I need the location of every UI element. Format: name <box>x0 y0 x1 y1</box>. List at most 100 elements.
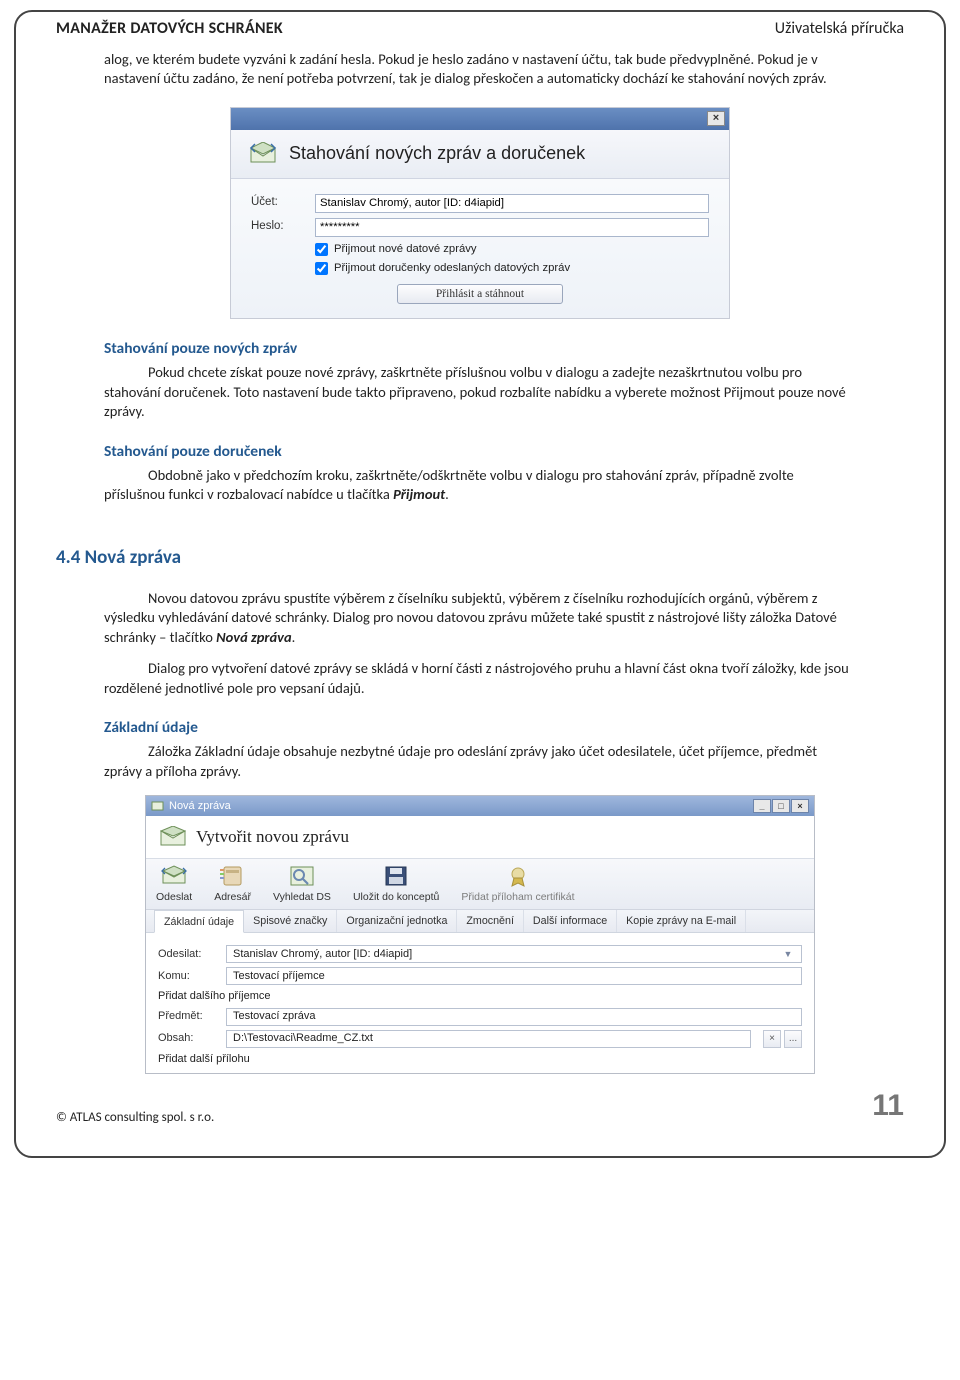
browse-button[interactable]: ... <box>784 1030 802 1048</box>
add-attachment-link[interactable]: Přidat další přílohu <box>158 1053 250 1065</box>
tab-email[interactable]: Kopie zprávy na E-mail <box>617 910 746 932</box>
content-value: D:\Testovaci\Readme_CZ.txt <box>233 1031 373 1046</box>
p3a-post: . <box>292 628 296 646</box>
tab-basic[interactable]: Základní údaje <box>154 910 244 933</box>
document-page: MANAŽER DATOVÝCH SCHRÁNEK Uživatelská př… <box>14 10 946 1158</box>
add-cert-button[interactable]: Přidat příloham certifikát <box>461 865 574 904</box>
cb-new-messages-box[interactable] <box>315 243 328 256</box>
dialog-body: Účet: Heslo: Přijmout nové datové zprávy… <box>231 179 729 319</box>
tab-zmoc[interactable]: Zmocnění <box>457 910 524 932</box>
dialog-button-row: Přihlásit a stáhnout <box>251 284 709 304</box>
p2-pre: Obdobně jako v předchozím kroku, zaškrtn… <box>104 466 794 504</box>
label-account: Účet: <box>251 195 305 211</box>
search-ds-label: Vyhledat DS <box>273 890 331 904</box>
p3a-pre: Novou datovou zprávu spustíte výběrem z … <box>104 589 837 646</box>
recipient-input[interactable]: Testovací příjemce <box>226 967 802 985</box>
heading-receipts-only: Stahování pouze doručenek <box>104 442 856 463</box>
content-input[interactable]: D:\Testovaci\Readme_CZ.txt <box>226 1030 751 1048</box>
sender-select[interactable]: Stanislav Chromý, autor [ID: d4iapid] ▼ <box>226 945 802 963</box>
app-tiny-icon <box>151 800 164 812</box>
paragraph-4-4-a: Novou datovou zprávu spustíte výběrem z … <box>104 589 856 648</box>
paragraph-new-only: Pokud chcete získat pouze nové zprávy, z… <box>104 363 856 422</box>
row-sender: Odesilat: Stanislav Chromý, autor [ID: d… <box>158 945 802 963</box>
page-header: MANAŽER DATOVÝCH SCHRÁNEK Uživatelská př… <box>56 12 904 46</box>
p2-post: . <box>445 485 449 503</box>
subject-value: Testovací zpráva <box>233 1009 316 1024</box>
login-download-button[interactable]: Přihlásit a stáhnout <box>397 284 563 304</box>
dialog-new-message: Nová zpráva _ □ × Vytvořit novou zprávu <box>145 795 815 1073</box>
cb-receipts-label: Přijmout doručenky odeslaných datových z… <box>334 261 570 276</box>
envelope-new-icon <box>160 826 186 848</box>
content-body: alog, ve kterém budete vyzváni k zadání … <box>104 50 856 89</box>
dialog-title: Stahování nových zpráv a doručenek <box>289 143 585 164</box>
subject-input[interactable]: Testovací zpráva <box>226 1008 802 1026</box>
heading-4-4: 4.4 Nová zpráva <box>56 545 856 571</box>
cb-receipts-box[interactable] <box>315 262 328 275</box>
cb-new-messages-label: Přijmout nové datové zprávy <box>334 242 477 257</box>
tab-more[interactable]: Další informace <box>524 910 617 932</box>
dialog2-header: Vytvořit novou zprávu <box>146 816 814 858</box>
header-title-left: MANAŽER DATOVÝCH SCHRÁNEK <box>56 18 283 40</box>
sender-value: Stanislav Chromý, autor [ID: d4iapid] <box>233 947 781 962</box>
checkbox-new-messages[interactable]: Přijmout nové datové zprávy <box>315 242 709 257</box>
checkbox-receipts[interactable]: Přijmout doručenky odeslaných datových z… <box>315 261 709 276</box>
heading-basic-data: Základní údaje <box>104 718 856 739</box>
close-button[interactable]: × <box>707 111 725 126</box>
send-button[interactable]: Odeslat <box>156 865 192 904</box>
envelope-download-icon <box>249 142 277 166</box>
section-new-only: Stahování pouze nových zpráv Pokud chcet… <box>104 339 856 781</box>
label-recipient: Komu: <box>158 969 218 984</box>
dialog-download: × Stahování nových zpráv a doručenek Úče… <box>230 107 730 320</box>
p2-bold: Přijmout <box>393 485 445 503</box>
dialog-titlebar: × <box>231 108 729 130</box>
heading-new-only: Stahování pouze nových zpráv <box>104 339 856 360</box>
row-content: Obsah: D:\Testovaci\Readme_CZ.txt × ... <box>158 1030 802 1048</box>
dialog2-toolbar: Odeslat Adresář Vyhledat DS <box>146 858 814 909</box>
tab-org[interactable]: Organizační jednotka <box>337 910 457 932</box>
content-trailing-buttons: × ... <box>763 1030 802 1048</box>
send-label: Odeslat <box>156 890 192 904</box>
row-password: Heslo: <box>251 218 709 237</box>
maximize-button[interactable]: □ <box>772 799 790 813</box>
addressbook-label: Adresář <box>214 890 251 904</box>
dialog-header: Stahování nových zpráv a doručenek <box>231 130 729 179</box>
label-password: Heslo: <box>251 219 305 235</box>
add-recipient-link[interactable]: Přidat dalšího příjemce <box>158 990 271 1002</box>
label-sender: Odesilat: <box>158 947 218 962</box>
label-subject: Předmět: <box>158 1009 218 1024</box>
chevron-down-icon: ▼ <box>781 948 795 960</box>
add-cert-label: Přidat příloham certifikát <box>461 890 574 904</box>
tab-spis[interactable]: Spisové značky <box>244 910 337 932</box>
recipient-value: Testovací příjemce <box>233 969 325 984</box>
paragraph-4-4-b: Dialog pro vytvoření datové zprávy se sk… <box>104 659 856 698</box>
addressbook-button[interactable]: Adresář <box>214 865 251 904</box>
row-subject: Předmět: Testovací zpráva <box>158 1008 802 1026</box>
label-content: Obsah: <box>158 1031 218 1046</box>
dialog-new-message-figure: Nová zpráva _ □ × Vytvořit novou zprávu <box>145 795 815 1073</box>
addressbook-icon <box>220 865 246 887</box>
header-title-right: Uživatelská příručka <box>775 18 904 40</box>
search-ds-button[interactable]: Vyhledat DS <box>273 865 331 904</box>
page-number: 11 <box>872 1086 904 1127</box>
dialog2-tabs: Základní údaje Spisové značky Organizačn… <box>146 910 814 933</box>
dialog2-heading: Vytvořit novou zprávu <box>196 827 349 847</box>
certificate-icon <box>505 865 531 887</box>
save-draft-label: Uložit do konceptů <box>353 890 439 904</box>
row-account: Účet: <box>251 194 709 213</box>
remove-attachment-button[interactable]: × <box>763 1030 781 1048</box>
send-icon <box>161 865 187 887</box>
dialog2-titlebar: Nová zpráva _ □ × <box>146 796 814 816</box>
close-button-2[interactable]: × <box>791 799 809 813</box>
minimize-button[interactable]: _ <box>753 799 771 813</box>
account-input[interactable] <box>315 194 709 213</box>
p3a-bold: Nová zpráva <box>216 628 292 646</box>
page-footer: © ATLAS consulting spol. s r.o. 11 <box>56 1074 904 1127</box>
search-icon <box>289 865 315 887</box>
dialog-download-figure: × Stahování nových zpráv a doručenek Úče… <box>230 107 730 320</box>
dialog2-form: Odesilat: Stanislav Chromý, autor [ID: d… <box>146 933 814 1073</box>
row-recipient: Komu: Testovací příjemce <box>158 967 802 985</box>
save-draft-button[interactable]: Uložit do konceptů <box>353 865 439 904</box>
floppy-icon <box>383 865 409 887</box>
password-input[interactable] <box>315 218 709 237</box>
copyright-text: © ATLAS consulting spol. s r.o. <box>56 1109 214 1127</box>
